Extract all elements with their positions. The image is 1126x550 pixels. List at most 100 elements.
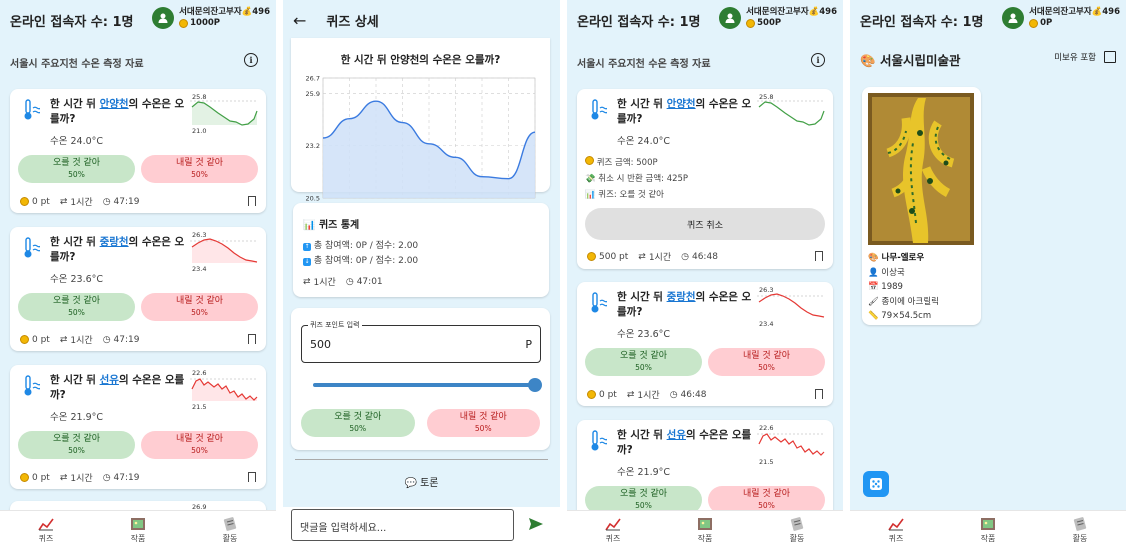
user-badge[interactable]: 서대문의잔고부자💰496 1000P <box>152 7 270 29</box>
coin-icon <box>20 335 29 344</box>
nav-art[interactable]: 작품 <box>980 517 996 544</box>
svg-text:25.8: 25.8 <box>192 93 206 101</box>
artwork-card[interactable]: 🎨 나무-엘로우 👤 이상국 📅 1989 🖌 종이에 아크릴릭 📏 79×54… <box>862 87 981 325</box>
up-button[interactable]: 오를 것 같아 50% <box>301 409 415 437</box>
discussion-label: 💬 토론 <box>404 478 439 489</box>
quiz-list-panel-joined: 온라인 접속자 수: 1명 서대문의잔고부자💰496 500P 서울시 주요지천… <box>567 0 843 550</box>
quiz-question: 한 시간 뒤 안양천의 수온은 오를까? <box>50 98 185 125</box>
svg-text:26.3: 26.3 <box>759 286 773 294</box>
up-button[interactable]: 오를 것 같아 50% <box>18 431 135 459</box>
coin-icon <box>20 473 29 482</box>
bookmark-icon[interactable] <box>815 389 823 399</box>
down-button[interactable]: 내릴 것 같아 50% <box>141 293 258 321</box>
scroll-icon <box>1073 517 1087 531</box>
quiz-card[interactable]: 한 시간 뒤 안양천의 수온은 오를까? 수온 24.0°C 25.8 21.0 … <box>10 89 266 213</box>
up-button[interactable]: 오를 것 같아 50% <box>585 348 702 376</box>
input-unit: P <box>525 338 532 351</box>
back-arrow-icon[interactable]: ← <box>293 11 306 30</box>
person-icon <box>725 13 735 23</box>
calendar-icon: 📅 <box>868 282 879 292</box>
svg-text:21.0: 21.0 <box>192 127 206 135</box>
stats-title: 📊 퀴즈 통계 <box>303 220 360 231</box>
detail-meta: ⇄ 1시간 ◷ 47:01 <box>303 276 383 289</box>
info-icon[interactable]: i <box>811 53 825 67</box>
coin-icon <box>585 156 594 165</box>
svg-text:22.6: 22.6 <box>192 369 206 377</box>
nav-activity[interactable]: 활동 <box>222 517 238 544</box>
input-value: 500 <box>310 338 331 351</box>
stats-card: 📊 퀴즈 통계 ↑ 총 참여액: 0P / 점수: 2.00 ↓ 총 참여액: … <box>293 203 549 297</box>
sparkline-wavy: 22.6 21.5 <box>190 369 258 411</box>
quiz-card[interactable]: 한 시간 뒤 중랑천의 수온은 오를까? 수온 23.6°C 26.3 23.4 … <box>577 282 833 406</box>
bookmark-icon[interactable] <box>248 472 256 482</box>
dice-icon <box>870 478 882 490</box>
picture-icon <box>981 518 995 530</box>
down-button[interactable]: 내릴 것 같아 50% <box>141 431 258 459</box>
bottom-nav: 퀴즈 작품 활동 <box>567 510 843 550</box>
avatar <box>719 7 742 29</box>
artwork-info: 🎨 나무-엘로우 👤 이상국 📅 1989 🖌 종이에 아크릴릭 📏 79×54… <box>868 251 939 324</box>
nav-quiz[interactable]: 퀴즈 <box>38 517 54 544</box>
down-button[interactable]: 내릴 것 같아 50% <box>708 348 825 376</box>
quiz-list-panel: 온라인 접속자 수: 1명 서대문의잔고부자💰496 1000P 서울시 주요지… <box>0 0 276 550</box>
picture-icon <box>131 518 145 530</box>
nav-quiz[interactable]: 퀴즈 <box>605 517 621 544</box>
bookmark-icon[interactable] <box>248 196 256 206</box>
palette-icon: 🎨 <box>860 53 876 68</box>
cancel-quiz-button[interactable]: 퀴즈 취소 <box>585 208 825 240</box>
user-badge[interactable]: 서대문의잔고부자💰496 0P <box>1002 7 1120 29</box>
thermometer-icon <box>24 99 40 120</box>
coin-icon <box>587 390 596 399</box>
point-input-field[interactable]: 퀴즈 포인트 입력 500 P <box>301 320 541 363</box>
nav-activity[interactable]: 활동 <box>1072 517 1088 544</box>
checkbox[interactable] <box>1104 51 1116 63</box>
ruler-icon: 📏 <box>868 311 879 321</box>
quiz-card[interactable]: 한 시간 뒤 중랑천의 수온은 오를까? 수온 23.6°C 26.3 23.4 … <box>10 227 266 351</box>
water-temp: 수온 23.6°C <box>617 329 671 340</box>
online-count: 온라인 접속자 수: 1명 <box>860 14 984 30</box>
artwork-image <box>868 93 974 245</box>
quiz-card[interactable]: 한 시간 뒤 선유의 수온은 오를까? 수온 21.9°C 22.6 21.5 오… <box>10 365 266 489</box>
down-button[interactable]: 내릴 것 같아 50% <box>141 155 258 183</box>
nav-quiz[interactable]: 퀴즈 <box>888 517 904 544</box>
nav-art[interactable]: 작품 <box>130 517 146 544</box>
point-slider-thumb[interactable] <box>528 378 542 392</box>
nav-art[interactable]: 작품 <box>697 517 713 544</box>
thermometer-icon <box>24 237 40 258</box>
info-icon[interactable]: i <box>244 53 258 67</box>
chart-title: 한 시간 뒤 안양천의 수온은 오를까? <box>340 54 501 66</box>
divider <box>295 459 548 460</box>
chart-icon <box>38 518 54 531</box>
water-temp-chart: 12:0015:0018:0021:0000:0003:0006:0009:00… <box>306 75 545 211</box>
svg-text:21.5: 21.5 <box>192 403 206 411</box>
speech-bubble-icon: 💬 <box>404 478 417 489</box>
sparkline-down: 26.3 23.4 <box>757 286 825 328</box>
include-unowned-toggle[interactable]: 미보유 포함 <box>1054 51 1116 63</box>
y-tick-label: 23.2 <box>306 142 320 150</box>
random-dice-button[interactable] <box>863 471 889 497</box>
point-slider-track[interactable] <box>313 383 535 387</box>
picture-icon <box>698 518 712 530</box>
send-icon[interactable] <box>528 517 544 531</box>
input-label: 퀴즈 포인트 입력 <box>308 320 362 330</box>
coin-icon <box>1029 19 1039 28</box>
section-title: 서울시 주요지천 수온 측정 자료 <box>577 59 711 70</box>
nav-activity[interactable]: 활동 <box>789 517 805 544</box>
up-button[interactable]: 오를 것 같아 50% <box>18 155 135 183</box>
sparkline-wavy: 22.6 21.5 <box>757 424 825 466</box>
quiz-meta: 500 pt ⇄ 1시간 ◷ 46:48 <box>587 250 718 263</box>
bookmark-icon[interactable] <box>248 334 256 344</box>
user-badge[interactable]: 서대문의잔고부자💰496 500P <box>719 7 837 29</box>
quiz-question: 한 시간 뒤 중랑천의 수온은 오를까? <box>50 236 185 263</box>
quiz-meta: 0 pt ⇄ 1시간 ◷ 47:19 <box>20 471 139 484</box>
down-button[interactable]: 내릴 것 같아 50% <box>426 409 540 437</box>
bottom-nav: 퀴즈 작품 활동 <box>0 510 276 550</box>
stat-down: ↓ 총 참여액: 0P / 점수: 2.00 <box>303 256 419 266</box>
bookmark-icon[interactable] <box>815 251 823 261</box>
thermometer-icon <box>591 99 607 120</box>
svg-text:25.8: 25.8 <box>759 93 773 101</box>
water-temp: 수온 21.9°C <box>617 467 671 478</box>
up-button[interactable]: 오를 것 같아 50% <box>18 293 135 321</box>
quiz-card-joined[interactable]: 한 시간 뒤 안양천의 수온은 오를까? 수온 24.0°C 25.8 퀴즈 금… <box>577 89 833 269</box>
comment-input[interactable]: 댓글을 입력하세요... <box>291 509 514 541</box>
